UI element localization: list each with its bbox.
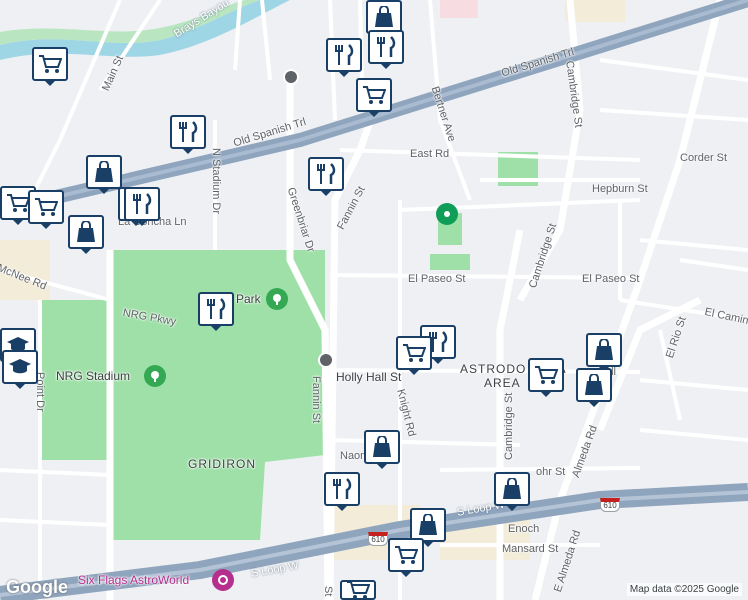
- map-canvas[interactable]: Brays Bayou Main St Old Spanish Trl Old …: [0, 0, 748, 600]
- shopping-cart-icon: [535, 366, 558, 384]
- fork-knife-icon: [335, 44, 354, 65]
- place-label-park[interactable]: Park: [236, 292, 261, 306]
- fork-knife-icon: [317, 163, 336, 184]
- restaurant-pin[interactable]: [368, 30, 404, 69]
- shopping-bag-icon: [585, 374, 603, 395]
- shopping-cart-pin[interactable]: [32, 47, 68, 86]
- green-location-icon[interactable]: [436, 203, 458, 225]
- restaurant-pin[interactable]: [324, 472, 360, 511]
- tree-icon: [273, 294, 281, 305]
- six-flags-icon[interactable]: [212, 569, 234, 591]
- map-attribution[interactable]: Map data ©2025 Google: [626, 583, 742, 596]
- restaurant-pin[interactable]: [170, 115, 206, 154]
- fork-knife-icon: [377, 36, 396, 57]
- area-label-astrodome-2: AREA: [484, 376, 521, 390]
- stadium-icon[interactable]: [144, 365, 166, 387]
- street-label-el-paseo-st-right: El Paseo St: [582, 273, 640, 285]
- shopping-cart-pin[interactable]: [388, 538, 424, 577]
- bus-stop-icon[interactable]: [318, 352, 334, 368]
- shopping-cart-icon: [403, 344, 426, 362]
- park-icon[interactable]: [266, 288, 288, 310]
- place-marker-icon: [444, 211, 450, 217]
- shopping-bag-icon: [77, 221, 95, 242]
- google-logo: Google: [6, 577, 68, 597]
- shopping-bag-pin[interactable]: [86, 155, 122, 194]
- fork-knife-icon: [133, 193, 152, 214]
- street-label-el-paseo-st-mid: El Paseo St: [408, 273, 466, 285]
- street-label-fannin-st-low: Fannin St: [310, 376, 322, 424]
- shopping-cart-icon: [39, 55, 62, 73]
- restaurant-pin[interactable]: [198, 292, 234, 331]
- shopping-cart-icon: [35, 198, 58, 216]
- shopping-cart-pin[interactable]: [528, 358, 564, 397]
- green-patch-low: [430, 254, 470, 270]
- shopping-bag-pin[interactable]: [586, 333, 622, 372]
- street-label-lehr-st: ohr St: [536, 466, 566, 478]
- shopping-bag-pin[interactable]: [364, 430, 400, 469]
- fork-knife-icon: [333, 478, 352, 499]
- shopping-bag-icon: [373, 436, 391, 457]
- fork-knife-icon: [207, 298, 226, 319]
- street-label-enoch: Enoch: [508, 523, 540, 535]
- shopping-bag-pin[interactable]: [366, 0, 402, 39]
- shopping-cart-pin[interactable]: [28, 190, 64, 229]
- fork-knife-icon: [179, 121, 198, 142]
- area-label-gridiron: GRIDIRON: [188, 457, 256, 471]
- street-label-corder-st: Corder St: [680, 152, 728, 164]
- street-label-holly-hall-st: Holly Hall St: [336, 370, 402, 384]
- shopping-cart-pin[interactable]: [356, 78, 392, 117]
- shopping-bag-icon: [375, 6, 393, 27]
- restaurant-pin[interactable]: [326, 38, 362, 77]
- school-pin[interactable]: [2, 350, 38, 389]
- i610-shield-right: 610: [600, 498, 620, 512]
- shopping-bag-icon: [503, 478, 521, 499]
- restaurant-pin[interactable]: [308, 157, 344, 196]
- street-label-east-rd: East Rd: [410, 148, 450, 160]
- street-label-hepburn-st: Hepburn St: [592, 183, 648, 195]
- place-label-nrg-stadium[interactable]: NRG Stadium: [56, 369, 130, 383]
- shopping-bag-pin[interactable]: [494, 472, 530, 511]
- shopping-bag-pin[interactable]: [576, 368, 612, 407]
- shopping-bag-pin[interactable]: [410, 508, 446, 547]
- street-label-fannin-bottom: St: [322, 586, 334, 597]
- shopping-cart-icon: [7, 194, 30, 212]
- street-label-cambridge-st-low: Cambridge St: [503, 392, 515, 460]
- shopping-cart-icon: [363, 86, 386, 104]
- amusement-park-icon: [218, 575, 228, 585]
- pink-area: [440, 0, 478, 18]
- bus-stop-icon[interactable]: [283, 69, 299, 85]
- shopping-cart-pin[interactable]: [340, 580, 376, 600]
- shopping-cart-pin[interactable]: [396, 336, 432, 375]
- shopping-cart-icon: [395, 546, 418, 564]
- street-label-mansard-st: Mansard St: [502, 543, 559, 555]
- shopping-bag-icon: [95, 161, 113, 182]
- street-label-n-stadium-dr: N Stadium Dr: [210, 148, 222, 215]
- place-label-six-flags[interactable]: Six Flags AstroWorld: [78, 573, 189, 587]
- i610-shield-mid: 610: [368, 532, 388, 546]
- shopping-cart-icon: [347, 581, 370, 599]
- shopping-bag-icon: [419, 514, 437, 535]
- shopping-bag-pin[interactable]: [68, 215, 104, 254]
- graduation-cap-icon: [9, 359, 31, 374]
- tree-icon: [151, 371, 159, 382]
- shopping-bag-icon: [595, 339, 613, 360]
- restaurant-pin[interactable]: [124, 187, 160, 226]
